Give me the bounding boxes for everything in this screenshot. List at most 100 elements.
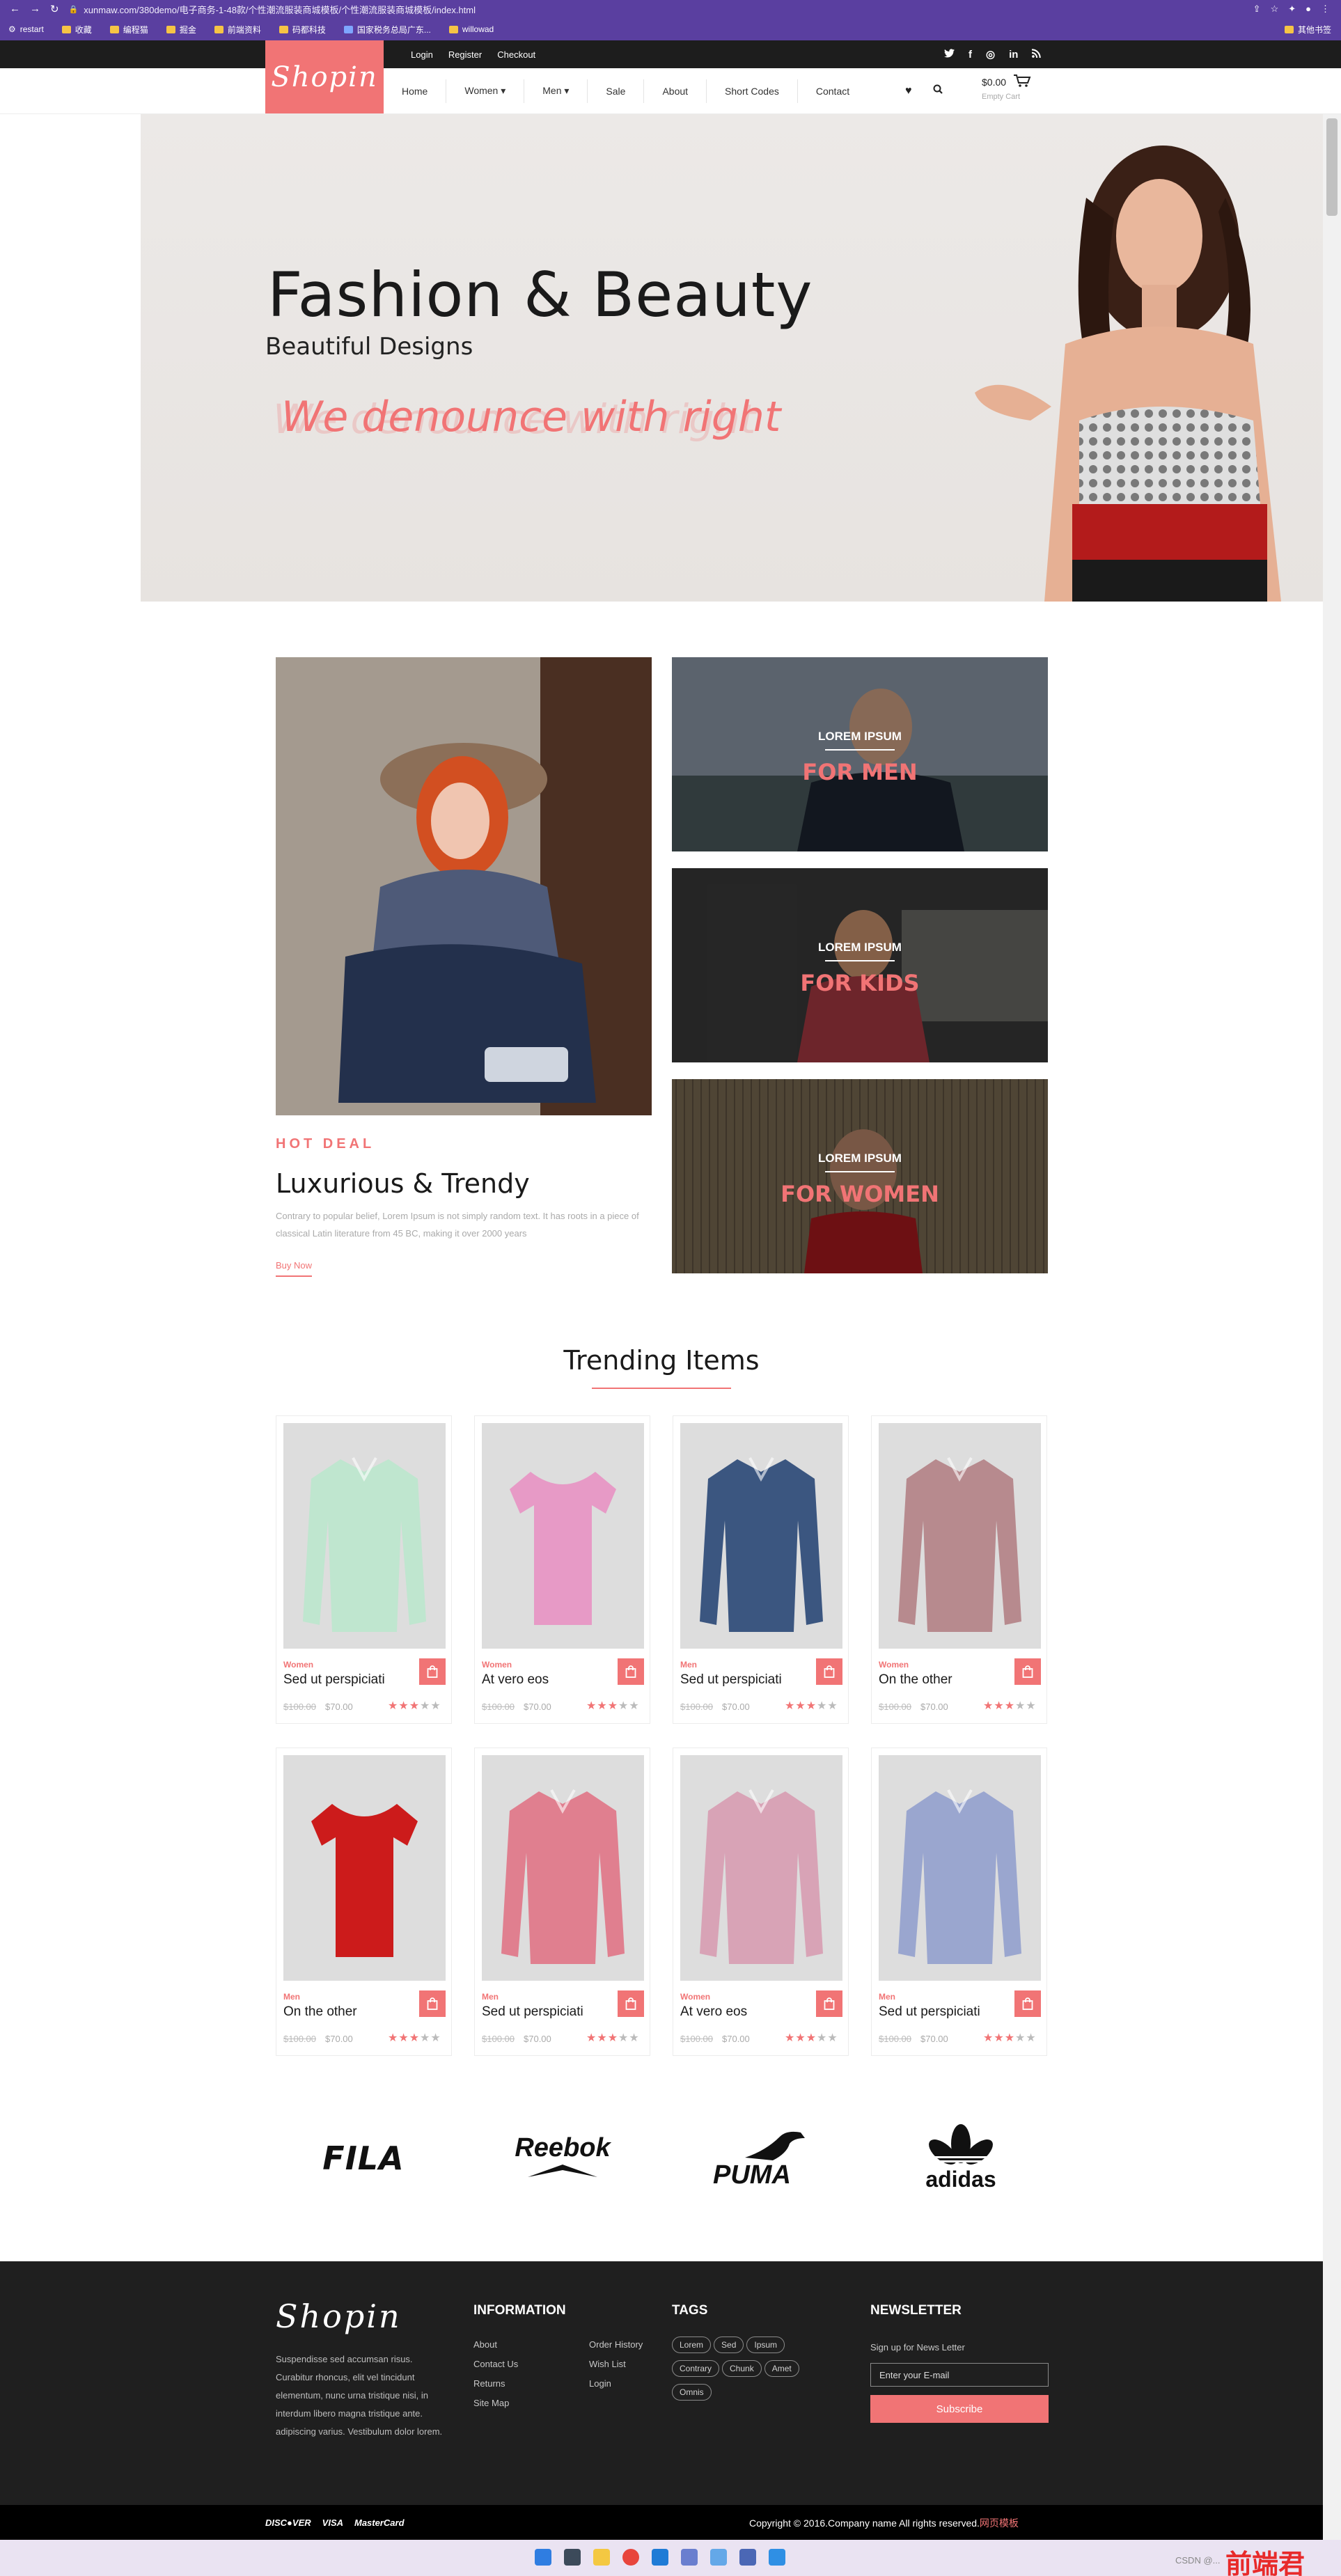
bookmark-item[interactable]: willowad <box>448 24 494 34</box>
add-to-cart-button[interactable] <box>618 1658 644 1685</box>
facebook-icon[interactable]: f <box>968 49 972 61</box>
reload-icon[interactable]: ↻ <box>50 3 59 15</box>
template-link[interactable]: 网页模板 <box>980 2518 1019 2529</box>
product-image[interactable] <box>283 1423 446 1649</box>
product-category[interactable]: Women <box>482 1660 512 1670</box>
product-card[interactable]: Women Sed ut perspiciati $100.00 $70.00 ★★★★… <box>276 1415 452 1724</box>
register-link[interactable]: Register <box>448 49 482 60</box>
footer-logo[interactable]: Shopin <box>276 2298 402 2335</box>
footer-link[interactable]: Order History <box>589 2335 643 2355</box>
bookmark-item[interactable]: 掘金 <box>166 24 196 36</box>
tag-item[interactable]: Amet <box>764 2360 799 2377</box>
twitter-icon[interactable] <box>944 48 955 61</box>
footer-link[interactable]: About <box>473 2335 518 2355</box>
nav-home[interactable]: Home <box>384 79 447 103</box>
product-category[interactable]: Men <box>879 1992 895 2002</box>
footer-link[interactable]: Login <box>589 2374 643 2394</box>
product-card[interactable]: Women At vero eos $100.00 $70.00 ★★★★★ <box>474 1415 650 1724</box>
category-kids[interactable]: LOREM IPSUM FOR KIDS <box>672 868 1048 1062</box>
footer-link[interactable]: Returns <box>473 2374 518 2394</box>
nav-men[interactable]: Men ▾ <box>524 79 588 103</box>
scrollbar-thumb[interactable] <box>1326 118 1338 216</box>
product-card[interactable]: Women On the other $100.00 $70.00 ★★★★★ <box>871 1415 1047 1724</box>
tag-item[interactable]: Contrary <box>672 2360 720 2377</box>
product-name[interactable]: On the other <box>283 2004 357 2020</box>
add-to-cart-button[interactable] <box>816 1990 842 2017</box>
product-card[interactable]: Men On the other $100.00 $70.00 ★★★★★ <box>276 1748 452 2056</box>
product-name[interactable]: Sed ut perspiciati <box>283 1672 385 1688</box>
tag-item[interactable]: Chunk <box>722 2360 762 2377</box>
bookmark-item[interactable]: 码都科技 <box>279 24 326 36</box>
brand-fila[interactable]: FILA <box>294 2120 433 2197</box>
product-image[interactable] <box>879 1755 1041 1981</box>
app-icon[interactable] <box>739 2549 756 2566</box>
product-name[interactable]: At vero eos <box>680 2004 747 2020</box>
subscribe-button[interactable]: Subscribe <box>870 2395 1049 2423</box>
brand-reebok[interactable]: Reebok <box>493 2120 632 2197</box>
footer-link[interactable]: Site Map <box>473 2394 518 2413</box>
product-name[interactable]: Sed ut perspiciati <box>680 1672 782 1688</box>
tag-item[interactable]: Ipsum <box>746 2337 785 2353</box>
product-image[interactable] <box>879 1423 1041 1649</box>
product-name[interactable]: On the other <box>879 1672 952 1688</box>
product-image[interactable] <box>680 1423 842 1649</box>
product-name[interactable]: Sed ut perspiciati <box>482 2004 583 2020</box>
tag-item[interactable]: Lorem <box>672 2337 712 2353</box>
dribbble-icon[interactable]: ◎ <box>986 48 995 61</box>
forward-icon[interactable]: → <box>30 3 40 15</box>
product-category[interactable]: Men <box>283 1992 300 2002</box>
add-to-cart-button[interactable] <box>419 1658 446 1685</box>
nav-short-codes[interactable]: Short Codes <box>707 79 798 103</box>
product-card[interactable]: Men Sed ut perspiciati $100.00 $70.00 ★★★★★ <box>474 1748 650 2056</box>
brand-puma[interactable]: PUMA <box>689 2120 829 2197</box>
search-icon[interactable] <box>933 84 943 97</box>
explorer-icon[interactable] <box>564 2549 581 2566</box>
product-card[interactable]: Men Sed ut perspiciati $100.00 $70.00 ★★★★★ <box>871 1748 1047 2056</box>
linkedin-icon[interactable]: in <box>1009 49 1018 61</box>
bookmark-item[interactable]: 前端资料 <box>214 24 261 36</box>
vscode-icon[interactable] <box>652 2549 668 2566</box>
tag-item[interactable]: Omnis <box>672 2384 712 2401</box>
address-bar[interactable]: 🔒 xunmaw.com/380demo/电子商务-1-48款/个性潮流服装商城… <box>69 2 1242 16</box>
add-to-cart-button[interactable] <box>419 1990 446 2017</box>
buy-now-link[interactable]: Buy Now <box>276 1260 313 1277</box>
folder-icon[interactable] <box>593 2549 610 2566</box>
site-logo[interactable]: Shopin <box>265 40 384 113</box>
add-to-cart-button[interactable] <box>618 1990 644 2017</box>
product-card[interactable]: Women At vero eos $100.00 $70.00 ★★★★★ <box>673 1748 849 2056</box>
menu-icon[interactable]: ⋮ <box>1321 3 1330 15</box>
page-scrollbar[interactable] <box>1323 114 1341 2540</box>
product-image[interactable] <box>283 1755 446 1981</box>
app-icon[interactable] <box>681 2549 698 2566</box>
share-icon[interactable]: ⇪ <box>1253 3 1261 15</box>
checkout-link[interactable]: Checkout <box>497 49 535 60</box>
product-category[interactable]: Women <box>283 1660 313 1670</box>
app-icon[interactable] <box>710 2549 727 2566</box>
bookmark-item[interactable]: 国家税务总局广东... <box>343 24 431 36</box>
product-category[interactable]: Women <box>680 1992 710 2002</box>
tag-item[interactable]: Sed <box>714 2337 744 2353</box>
product-name[interactable]: At vero eos <box>482 1672 549 1688</box>
product-name[interactable]: Sed ut perspiciati <box>879 2004 980 2020</box>
cart-widget[interactable]: $0.00 Empty Cart <box>982 74 1031 101</box>
product-category[interactable]: Men <box>482 1992 499 2002</box>
bookmark-item[interactable]: 编程猫 <box>109 24 148 36</box>
nav-contact[interactable]: Contact <box>798 79 868 103</box>
product-card[interactable]: Men Sed ut perspiciati $100.00 $70.00 ★★★★★ <box>673 1415 849 1724</box>
star-icon[interactable]: ☆ <box>1271 3 1279 15</box>
brand-adidas[interactable]: adidas <box>891 2120 1030 2197</box>
add-to-cart-button[interactable] <box>1014 1658 1041 1685</box>
nav-about[interactable]: About <box>644 79 707 103</box>
bookmark-item[interactable]: ⚙ restart <box>8 24 44 34</box>
profile-icon[interactable]: ● <box>1305 3 1311 15</box>
add-to-cart-button[interactable] <box>816 1658 842 1685</box>
windows-start-icon[interactable] <box>535 2549 551 2566</box>
nav-women[interactable]: Women ▾ <box>446 79 525 103</box>
footer-link[interactable]: Contact Us <box>473 2355 518 2374</box>
add-to-cart-button[interactable] <box>1014 1990 1041 2017</box>
category-men[interactable]: LOREM IPSUM FOR MEN <box>672 657 1048 851</box>
product-category[interactable]: Men <box>680 1660 697 1670</box>
product-category[interactable]: Women <box>879 1660 909 1670</box>
category-women[interactable]: LOREM IPSUM FOR WOMEN <box>672 1079 1048 1273</box>
nav-sale[interactable]: Sale <box>588 79 645 103</box>
